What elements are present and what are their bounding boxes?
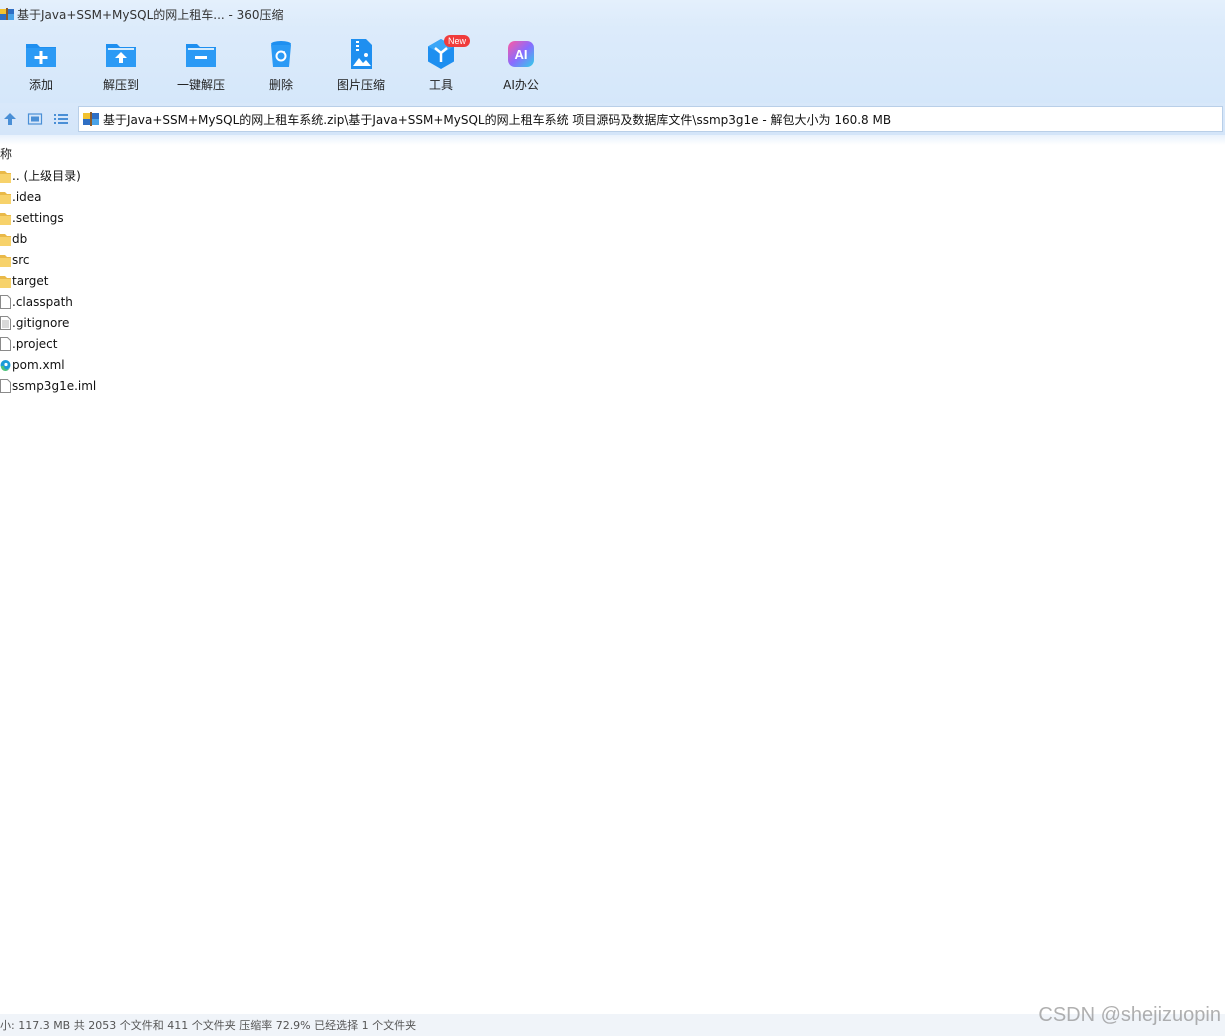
list-header-fade	[0, 135, 1225, 145]
tools-label: 工具	[428, 78, 453, 92]
image-compress-label: 图片压缩	[336, 78, 385, 92]
file-icon	[0, 294, 11, 309]
list-item[interactable]: .gitignore	[0, 312, 600, 333]
ai-office-button[interactable]: AI AI办公	[481, 36, 561, 98]
up-arrow-icon[interactable]	[2, 111, 18, 127]
file-list: .. (上级目录) .idea .settings db src target …	[0, 165, 600, 396]
file-name: .idea	[12, 189, 42, 204]
extract-to-icon	[106, 44, 136, 67]
folder-icon	[0, 170, 11, 183]
file-name: .classpath	[12, 294, 73, 309]
list-item[interactable]: .project	[0, 333, 600, 354]
file-name: src	[12, 252, 30, 267]
add-button[interactable]: 添加	[1, 36, 81, 98]
folder-icon	[0, 233, 11, 246]
one-click-extract-label: 一键解压	[176, 78, 225, 92]
text-file-icon	[0, 315, 11, 330]
status-text: 小: 117.3 MB 共 2053 个文件和 411 个文件夹 压缩率 72.…	[0, 1019, 417, 1032]
folder-icon	[0, 254, 11, 267]
file-icon	[0, 336, 11, 351]
address-row: 基于Java+SSM+MySQL的网上租车系统.zip\基于Java+SSM+M…	[0, 103, 1225, 135]
add-label: 添加	[28, 78, 53, 92]
extract-to-label: 解压到	[102, 78, 139, 92]
list-item[interactable]: db	[0, 228, 600, 249]
file-name: .. (上级目录)	[12, 169, 81, 183]
file-name: .settings	[12, 210, 64, 225]
file-name: .project	[12, 336, 58, 351]
delete-icon	[271, 41, 291, 67]
file-name: ssmp3g1e.iml	[12, 378, 97, 393]
ai-office-label: AI办公	[503, 78, 539, 92]
file-name: pom.xml	[12, 357, 65, 372]
file-name: db	[12, 231, 28, 246]
address-path: 基于Java+SSM+MySQL的网上租车系统.zip\基于Java+SSM+M…	[103, 112, 892, 127]
extract-to-button[interactable]: 解压到	[81, 36, 161, 98]
list-item[interactable]: target	[0, 270, 600, 291]
list-item[interactable]: ssmp3g1e.iml	[0, 375, 600, 396]
list-item[interactable]: src	[0, 249, 600, 270]
watermark: CSDN @shejizuopin	[1038, 1004, 1221, 1026]
list-item[interactable]: .settings	[0, 207, 600, 228]
edge-browser-icon	[0, 359, 11, 371]
file-name: .gitignore	[12, 315, 70, 330]
list-item[interactable]: .idea	[0, 186, 600, 207]
list-item[interactable]: .. (上级目录)	[0, 165, 600, 186]
list-item[interactable]: pom.xml	[0, 354, 600, 375]
archive-app-icon	[0, 8, 14, 20]
ai-office-icon: AI	[508, 41, 534, 67]
new-badge: New	[444, 35, 471, 47]
toolbar: 添加 解压到 一键解压 删除 图片压缩 New 工具 AI AI办公	[0, 28, 1225, 103]
zip-archive-icon	[83, 112, 99, 126]
address-bar[interactable]: 基于Java+SSM+MySQL的网上租车系统.zip\基于Java+SSM+M…	[78, 106, 1223, 132]
one-click-extract-icon	[186, 44, 216, 67]
image-compress-button[interactable]: 图片压缩	[321, 36, 401, 98]
folder-icon	[0, 212, 11, 225]
window-title: 基于Java+SSM+MySQL的网上租车... - 360压缩	[17, 7, 284, 22]
add-folder-icon	[26, 44, 56, 67]
tools-button[interactable]: New 工具	[401, 35, 481, 98]
title-bar: 基于Java+SSM+MySQL的网上租车... - 360压缩	[0, 0, 1225, 28]
name-column-header[interactable]: 称	[0, 145, 12, 163]
folder-icon	[0, 191, 11, 204]
list-item[interactable]: .classpath	[0, 291, 600, 312]
thumbnail-view-icon[interactable]	[27, 111, 43, 127]
delete-label: 删除	[268, 78, 293, 92]
one-click-extract-button[interactable]: 一键解压	[161, 36, 241, 98]
folder-icon	[0, 275, 11, 288]
file-name: target	[12, 273, 49, 288]
image-compress-icon	[351, 39, 372, 69]
delete-button[interactable]: 删除	[241, 36, 321, 98]
file-icon	[0, 378, 11, 393]
list-view-icon[interactable]	[53, 111, 69, 127]
svg-text:AI: AI	[515, 47, 528, 62]
